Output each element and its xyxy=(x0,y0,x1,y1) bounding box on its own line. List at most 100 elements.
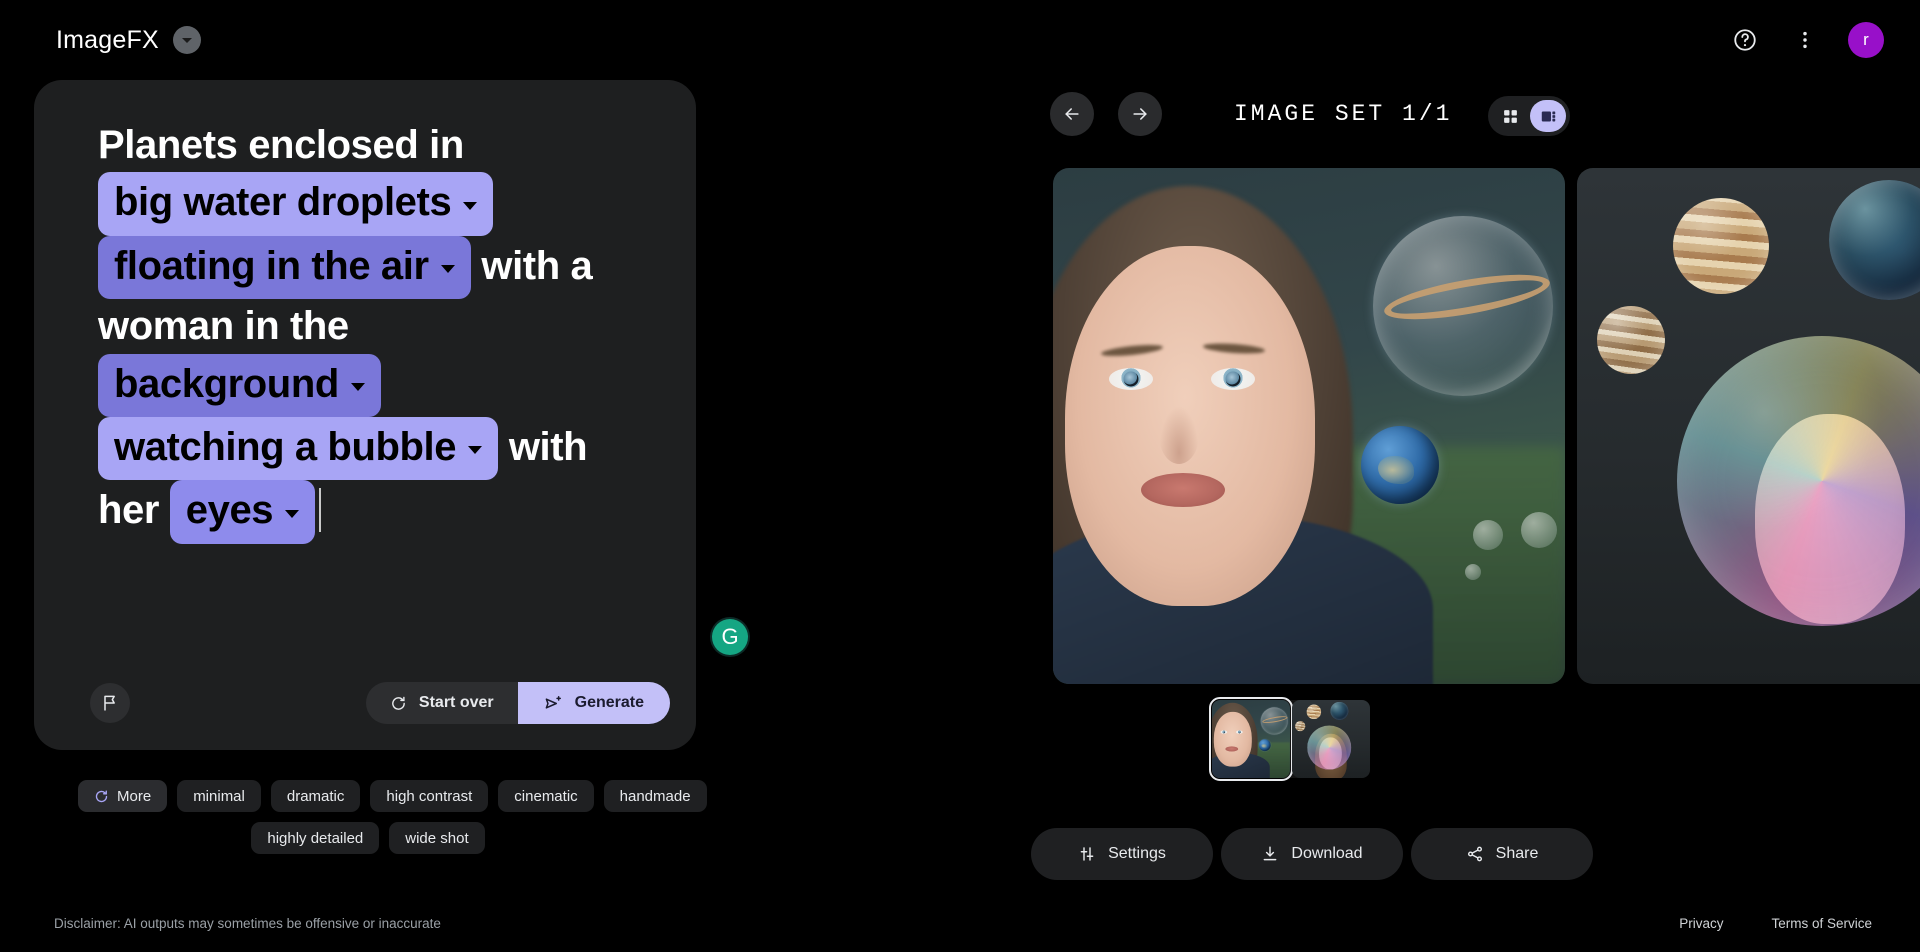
thumb-face xyxy=(1213,711,1252,767)
image-jupiter-bubble xyxy=(1673,198,1769,294)
suggestion-chip-dramatic[interactable]: dramatic xyxy=(270,780,361,812)
start-over-button[interactable]: Start over xyxy=(365,682,518,724)
avatar[interactable]: r xyxy=(1848,22,1884,58)
suggestion-chip-handmade[interactable]: handmade xyxy=(603,780,707,812)
suggestion-chip-highly-detailed[interactable]: highly detailed xyxy=(251,822,380,854)
suggestion-chip-high-contrast[interactable]: high contrast xyxy=(370,780,489,812)
send-icon xyxy=(545,695,561,709)
generate-label: Generate xyxy=(574,694,644,711)
image-small-bubble xyxy=(1473,520,1503,550)
arrow-left-icon xyxy=(1065,108,1079,120)
chevron-down-icon xyxy=(440,264,455,273)
brand: ImageFX xyxy=(56,26,201,55)
generated-image-2[interactable] xyxy=(1577,168,1920,684)
more-label: More xyxy=(117,787,152,805)
prompt-chip-watching-a-bubble[interactable]: watching a bubble xyxy=(98,416,499,481)
suggestion-label: wide shot xyxy=(405,829,469,847)
header-actions: r xyxy=(1728,22,1884,58)
thumbnail-2[interactable] xyxy=(1292,700,1370,778)
more-suggestions-button[interactable]: More xyxy=(78,780,168,812)
grid-view-button[interactable] xyxy=(1492,100,1528,132)
brand-dropdown-button[interactable] xyxy=(172,26,201,54)
sliders-icon xyxy=(1080,847,1094,861)
suggestion-label: highly detailed xyxy=(267,829,364,847)
suggestion-chip-minimal[interactable]: minimal xyxy=(177,780,261,812)
report-button[interactable] xyxy=(90,683,130,723)
image-actions: Settings Download Share xyxy=(1031,828,1593,880)
previous-set-button[interactable] xyxy=(1050,92,1094,136)
privacy-link[interactable]: Privacy xyxy=(1679,916,1723,931)
start-over-label: Start over xyxy=(418,694,494,711)
chevron-down-icon xyxy=(350,382,365,391)
grammarly-badge[interactable]: G xyxy=(712,619,748,655)
text-cursor xyxy=(319,488,322,533)
prompt-chip-background[interactable]: background xyxy=(98,353,381,417)
image-earth-planet xyxy=(1361,426,1439,504)
thumb-bubble xyxy=(1307,725,1352,770)
thumb-jupiter-small xyxy=(1295,720,1306,732)
thumb-saturn xyxy=(1266,712,1282,727)
image-carousel xyxy=(1053,168,1920,684)
image-set-header: IMAGE SET 1/1 xyxy=(1050,92,1452,136)
prompt-chip-big-water-droplets[interactable]: big water droplets xyxy=(98,172,494,236)
image-saturn-planet xyxy=(1411,246,1519,344)
chip-label: background xyxy=(114,361,339,406)
app-title: ImageFX xyxy=(56,25,159,54)
refresh-icon xyxy=(392,696,405,710)
carousel-view-button[interactable] xyxy=(1530,100,1566,132)
prompt-chip-floating-in-the-air[interactable]: floating in the air xyxy=(98,235,471,300)
refresh-icon xyxy=(95,789,108,802)
thumb-jupiter xyxy=(1306,704,1322,720)
image-subject-nose xyxy=(1159,406,1199,464)
disclaimer-text: Disclaimer: AI outputs may sometimes be … xyxy=(54,916,441,931)
thumb-eye xyxy=(1220,730,1228,734)
suggestion-label: high contrast xyxy=(386,787,473,805)
help-button[interactable] xyxy=(1728,23,1762,57)
terms-link[interactable]: Terms of Service xyxy=(1771,916,1872,931)
image-small-bubble xyxy=(1465,564,1481,580)
overflow-menu-button[interactable] xyxy=(1788,23,1822,57)
chip-label: watching a bubble xyxy=(114,424,457,469)
suggestion-row-1: More minimal dramatic high contrast cine… xyxy=(34,780,707,812)
chevron-down-icon xyxy=(463,201,478,210)
grammarly-logo-label: G xyxy=(721,624,739,649)
footer-links: Privacy Terms of Service xyxy=(1679,916,1872,931)
prompt-card: Planets enclosed in big water droplets f… xyxy=(34,80,696,750)
prompt-chip-eyes[interactable]: eyes xyxy=(169,480,316,544)
share-icon xyxy=(1467,846,1482,862)
chip-label: eyes xyxy=(185,488,274,533)
thumb-eye xyxy=(1236,730,1243,734)
download-icon xyxy=(1264,846,1277,861)
suggestion-label: cinematic xyxy=(514,787,578,805)
share-button[interactable]: Share xyxy=(1411,828,1593,880)
view-mode-toggle xyxy=(1488,96,1570,136)
thumb-earth xyxy=(1258,739,1271,752)
generated-image-1[interactable] xyxy=(1053,168,1565,684)
image-subject-eye xyxy=(1109,368,1153,390)
chevron-down-icon xyxy=(181,37,192,43)
help-circle-icon xyxy=(1734,29,1756,51)
download-label: Download xyxy=(1291,845,1363,862)
prompt-editor[interactable]: Planets enclosed in big water droplets f… xyxy=(34,80,674,544)
arrow-right-icon xyxy=(1133,108,1147,120)
more-vertical-icon xyxy=(1803,31,1807,49)
suggestion-chips: More minimal dramatic high contrast cine… xyxy=(34,780,707,864)
share-label: Share xyxy=(1495,845,1539,862)
suggestion-label: minimal xyxy=(193,787,245,805)
suggestion-chip-wide-shot[interactable]: wide shot xyxy=(389,822,485,854)
thumbnail-1[interactable] xyxy=(1209,697,1293,781)
settings-button[interactable]: Settings xyxy=(1031,828,1213,880)
chip-label: floating in the air xyxy=(114,243,429,288)
image-set-title: IMAGE SET 1/1 xyxy=(1234,101,1453,127)
image-jupiter-bubble-small xyxy=(1597,306,1665,374)
image-blue-planet-bubble xyxy=(1829,180,1920,300)
next-set-button[interactable] xyxy=(1118,92,1162,136)
chevron-down-icon xyxy=(468,446,483,455)
prompt-text: Planets enclosed in big water droplets f… xyxy=(98,118,626,544)
image-subject-eye xyxy=(1211,368,1255,390)
chip-label: big water droplets xyxy=(114,180,452,225)
suggestion-chip-cinematic[interactable]: cinematic xyxy=(498,780,594,812)
thumb-lips xyxy=(1225,746,1239,752)
download-button[interactable]: Download xyxy=(1221,828,1403,880)
generate-button[interactable]: Generate xyxy=(517,682,670,724)
